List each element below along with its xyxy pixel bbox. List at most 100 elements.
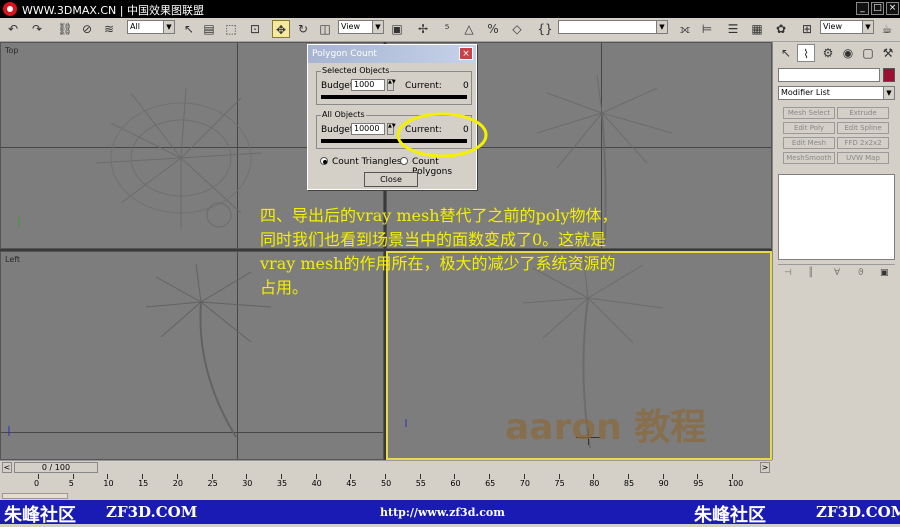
track-tick-label: 45 (346, 479, 357, 488)
render-teapot-icon[interactable]: ☕ (878, 20, 896, 38)
select-by-name-icon[interactable]: ▤ (200, 20, 218, 38)
object-color-swatch[interactable] (883, 68, 895, 82)
bind-space-warp-icon[interactable]: ≋ (100, 20, 118, 38)
pivot-center-icon[interactable]: ▣ (388, 20, 406, 38)
track-tick-label: 20 (172, 479, 183, 488)
status-bar (0, 492, 900, 500)
prev-frame-icon[interactable]: < (2, 462, 12, 473)
selected-current-value: 0 (463, 81, 469, 91)
track-tick-label: 85 (623, 479, 635, 488)
make-unique-icon[interactable]: ∀ (834, 268, 840, 278)
annotation-line: 四、导出后的vray mesh替代了之前的poly物体， (260, 206, 618, 225)
pin-stack-icon[interactable]: ⊣ (784, 268, 792, 278)
dialog-title: Polygon Count (308, 45, 476, 63)
select-manipulate-icon[interactable]: ✢ (414, 20, 432, 38)
render-setup-icon[interactable]: ⊞ (798, 20, 816, 38)
align-icon[interactable]: ⊨ (698, 20, 716, 38)
display-tab-icon[interactable]: ▢ (859, 44, 877, 62)
track-tick-label: 95 (693, 479, 704, 488)
track-bar[interactable]: 0 5 10 15 20 25 30 35 40 45 50 55 60 65 70 75 80 85 90 95 10… (0, 474, 772, 492)
utilities-tab-icon[interactable]: ⚒ (879, 44, 897, 62)
annotation-line: 占用。 (260, 278, 309, 297)
track-tick-label: 80 (589, 479, 600, 488)
group-label: Selected Objects (321, 66, 391, 75)
mirror-icon[interactable]: ⟗ (676, 20, 694, 38)
ffd-button[interactable]: FFD 2x2x2 (837, 137, 889, 149)
show-end-result-icon[interactable]: ║ (808, 268, 813, 278)
modifier-stack[interactable] (778, 174, 895, 260)
hierarchy-tab-icon[interactable]: ⚙ (819, 44, 837, 62)
footer-url-right: ZF3D.COM (816, 503, 900, 521)
named-selection-icon[interactable]: {} (536, 20, 554, 38)
curve-editor-icon[interactable]: ▦ (748, 20, 766, 38)
extrude-button[interactable]: Extrude (837, 107, 889, 119)
meshsmooth-button[interactable]: MeshSmooth (783, 152, 835, 164)
count-polygons-radio[interactable] (400, 157, 408, 165)
modifier-list-dropdown[interactable]: Modifier List ▼ (778, 86, 895, 100)
dialog-close-icon[interactable]: × (459, 47, 473, 60)
move-icon[interactable]: ✥ (272, 20, 290, 38)
maximize-icon[interactable]: □ (871, 2, 884, 15)
selected-count-bar (321, 95, 467, 99)
snap-3d-icon[interactable]: ⁵ (438, 20, 456, 38)
select-link-icon[interactable]: ⛓ (56, 20, 74, 38)
edit-spline-button[interactable]: Edit Spline (837, 122, 889, 134)
chevron-down-icon: ▼ (883, 87, 894, 99)
spinner-snap-icon[interactable]: ◇ (508, 20, 526, 38)
edit-poly-button[interactable]: Edit Poly (783, 122, 835, 134)
selected-objects-group: Selected Objects Budget: 1000 ▲▼ Current… (316, 66, 472, 105)
selection-filter-dropdown[interactable]: All ▼ (127, 20, 175, 34)
layer-manager-icon[interactable]: ☰ (724, 20, 742, 38)
minimize-icon[interactable]: _ (856, 2, 869, 15)
time-slider[interactable]: < 0 / 100 > (0, 460, 772, 474)
track-tick-label: 75 (554, 479, 565, 488)
count-polygons-label: Count Polygons (412, 157, 453, 177)
modifier-list-label: Modifier List (781, 88, 830, 97)
remove-modifier-icon[interactable]: ϑ (858, 268, 864, 278)
object-name-field[interactable] (778, 68, 880, 82)
ref-coord-dropdown[interactable]: View ▼ (338, 20, 384, 34)
chevron-down-icon: ▼ (862, 21, 873, 33)
current-label: Current: (405, 81, 442, 91)
rotate-icon[interactable]: ↻ (294, 20, 312, 38)
maxscript-listener[interactable] (2, 493, 68, 499)
motion-tab-icon[interactable]: ◉ (839, 44, 857, 62)
spinner-icon[interactable]: ▲▼ (387, 123, 396, 135)
undo-icon[interactable]: ↶ (4, 20, 22, 38)
edit-mesh-button[interactable]: Edit Mesh (783, 137, 835, 149)
select-object-icon[interactable]: ↖ (180, 20, 198, 38)
create-tab-icon[interactable]: ↖ (777, 44, 795, 62)
modify-tab-icon[interactable]: ⌇ (797, 44, 815, 62)
scale-icon[interactable]: ◫ (316, 20, 334, 38)
all-budget-input[interactable]: 10000 (351, 123, 385, 135)
material-editor-icon[interactable]: ✿ (772, 20, 790, 38)
close-window-icon[interactable]: × (886, 2, 899, 15)
viewport-label: Left (5, 255, 21, 264)
unlink-icon[interactable]: ⊘ (78, 20, 96, 38)
rect-selection-icon[interactable]: ⬚ (222, 20, 240, 38)
ref-coord-value: View (341, 22, 360, 31)
spinner-icon[interactable]: ▲▼ (387, 79, 396, 91)
configure-sets-icon[interactable]: ▣ (880, 268, 889, 278)
time-slider-thumb[interactable]: 0 / 100 (14, 462, 98, 473)
mesh-select-button[interactable]: Mesh Select (783, 107, 835, 119)
uvw-map-button[interactable]: UVW Map (837, 152, 889, 164)
track-tick-label: 65 (485, 479, 496, 488)
annotation-line: 同时我们也看到场景当中的面数变成了0。这就是 (260, 230, 607, 249)
redo-icon[interactable]: ↷ (28, 20, 46, 38)
watermark-text: aaron 教程 (505, 407, 707, 448)
window-title: WWW.3DMAX.CN | 中国效果图联盟 (22, 4, 204, 17)
selected-budget-input[interactable]: 1000 (351, 79, 385, 91)
close-button[interactable]: Close (364, 172, 418, 187)
named-selection-dropdown[interactable]: ▼ (558, 20, 668, 34)
track-tick-label: 40 (311, 479, 322, 488)
count-triangles-radio[interactable] (320, 157, 328, 165)
angle-snap-icon[interactable]: △ (460, 20, 478, 38)
next-frame-icon[interactable]: > (760, 462, 770, 473)
footer-url-left: ZF3D.COM (106, 503, 198, 521)
chevron-down-icon: ▼ (372, 21, 383, 33)
render-type-dropdown[interactable]: View ▼ (820, 20, 874, 34)
window-crossing-icon[interactable]: ⊡ (246, 20, 264, 38)
command-panel: ↖ ⌇ ⚙ ◉ ▢ ⚒ Modifier List ▼ Mesh Select … (772, 42, 900, 460)
percent-snap-icon[interactable]: % (484, 20, 502, 38)
